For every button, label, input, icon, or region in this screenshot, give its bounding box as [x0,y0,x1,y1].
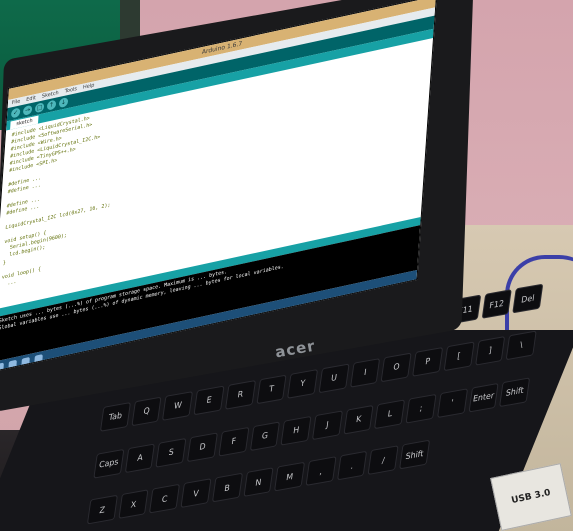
key[interactable]: T [256,374,287,405]
key[interactable]: F [218,426,250,457]
key[interactable]: Y [287,368,319,399]
key[interactable]: Caps [93,448,125,479]
key[interactable]: X [118,489,149,520]
key[interactable]: B [211,472,243,503]
key[interactable]: P [412,346,444,377]
open-icon[interactable]: ↑ [46,99,57,111]
key[interactable]: M [274,461,306,492]
upload-icon[interactable]: → [22,104,33,116]
photo-scene: EscF1F2F3F4F5F6F7F8F9F10F11F12DelTabQWER… [0,0,573,531]
key[interactable]: ] [474,335,506,366]
new-icon[interactable]: □ [34,102,45,114]
key[interactable]: W [162,390,194,421]
key[interactable]: C [149,483,181,514]
save-icon[interactable]: ↓ [58,96,69,109]
key[interactable]: ' [436,387,468,418]
key[interactable]: Enter [468,382,499,413]
key[interactable]: U [318,363,350,394]
key[interactable]: [ [443,341,475,372]
key[interactable]: I [349,357,381,388]
key[interactable]: Z [86,494,118,525]
key[interactable]: ; [405,393,437,424]
key[interactable]: , [305,456,337,487]
key[interactable]: Shift [499,376,531,407]
key[interactable]: G [249,420,281,451]
key[interactable]: A [124,442,156,473]
key[interactable]: . [336,450,368,481]
key[interactable]: / [367,445,399,476]
key[interactable]: O [381,352,412,383]
key[interactable]: H [280,415,312,446]
key[interactable]: S [155,437,187,468]
key[interactable]: Shift [399,439,430,470]
key[interactable]: J [312,409,343,440]
key[interactable]: Q [131,396,162,427]
key[interactable]: N [242,467,274,498]
key[interactable]: F12 [481,289,513,319]
key[interactable]: V [180,478,212,509]
key[interactable]: R [224,379,256,410]
key[interactable]: \ [505,330,537,360]
key[interactable]: D [187,431,218,462]
verify-icon[interactable]: ✓ [10,107,21,119]
key[interactable]: L [374,398,406,429]
key[interactable]: K [343,404,375,435]
key[interactable]: E [193,385,225,416]
key[interactable]: Del [512,283,544,314]
sticker-text: USB 3.0 [510,487,552,507]
key[interactable]: Tab [99,401,131,432]
